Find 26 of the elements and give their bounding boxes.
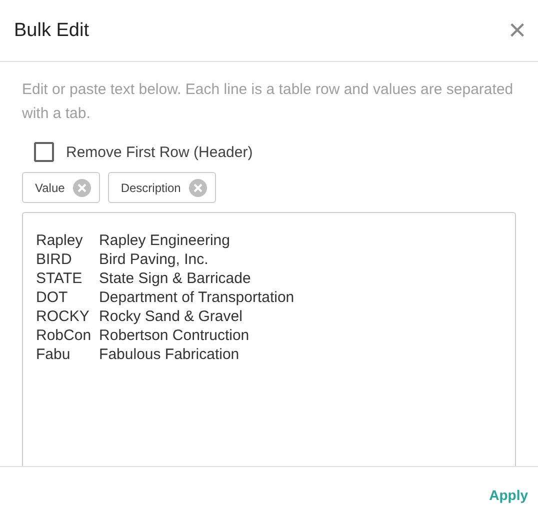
value-text: RobCon	[36, 326, 92, 345]
value-text: Fabu	[36, 345, 72, 364]
description-text: Fabulous Fabrication	[99, 345, 240, 364]
column-chip[interactable]: Description	[108, 172, 216, 203]
description-text: State Sign & Barricade	[99, 269, 252, 288]
value-text: DOT	[36, 288, 69, 307]
description-text: Rocky Sand & Gravel	[99, 307, 244, 326]
checkbox-label: Remove First Row (Header)	[66, 144, 253, 160]
value-text: Rapley	[36, 231, 84, 250]
checkbox[interactable]	[34, 142, 54, 162]
value-text: BIRD	[36, 250, 73, 269]
column-name: Description	[120, 180, 181, 194]
value-text: ROCKY	[36, 307, 90, 326]
description-text: Robertson Contruction	[99, 326, 250, 345]
description-text: Department of Transportation	[99, 288, 296, 307]
close-button[interactable]: ×	[504, 16, 530, 46]
description-text: Bird Paving, Inc.	[99, 250, 210, 269]
description-text: Rapley Engineering	[99, 231, 231, 250]
column-name: Value	[35, 180, 65, 194]
value-text: STATE	[36, 269, 84, 288]
instructions-text: Edit or paste text below. Each line is a table row and values are separated with a tab.	[22, 80, 514, 124]
remove-icon[interactable]	[188, 178, 207, 196]
dialog-title: Bulk Edit	[14, 20, 89, 42]
column-chip[interactable]: Value	[22, 172, 100, 203]
text-area[interactable]: Rapley Rapley Engineering BIRD Bird Paving, Inc. STATE State Sign & Barricade DOT Department of Transportation ROCKY Rocky Sand & Gravel RobCon Robertson Contruction Fabu Fabulous Fabrication	[22, 212, 516, 466]
remove-icon[interactable]	[72, 178, 91, 196]
